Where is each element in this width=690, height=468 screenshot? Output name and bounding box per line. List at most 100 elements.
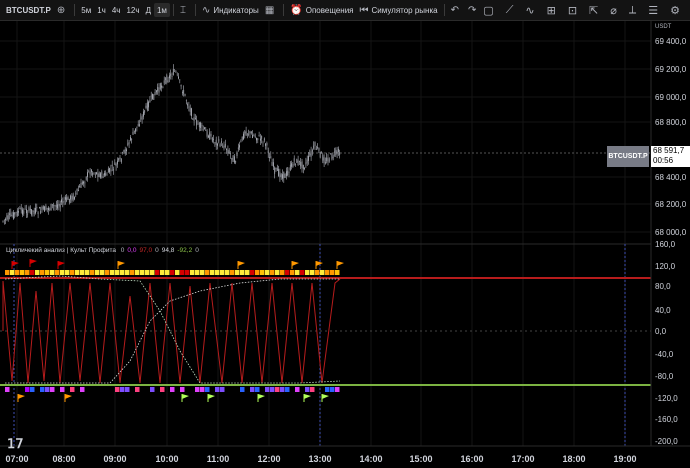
candle-body bbox=[319, 152, 321, 158]
signal-strip-bottom bbox=[150, 387, 155, 392]
candle-body bbox=[284, 173, 286, 178]
signal-strip-top bbox=[315, 270, 320, 275]
candle-body bbox=[205, 129, 207, 131]
signal-strip-bottom bbox=[125, 387, 130, 392]
interval-12h[interactable]: 12ч bbox=[123, 0, 142, 20]
candle-body bbox=[171, 75, 173, 77]
candle-body bbox=[170, 73, 172, 76]
chart-type-icon: ∿ bbox=[525, 4, 535, 17]
brush-tool[interactable]: ⌀ bbox=[604, 0, 623, 20]
trendline-tool[interactable]: ⟋ bbox=[500, 0, 520, 20]
signal-strip-top bbox=[55, 270, 60, 275]
candle-body bbox=[248, 134, 250, 135]
compare-button[interactable]: ⊕ bbox=[54, 0, 71, 20]
measure-tool[interactable]: ⇱ bbox=[583, 0, 604, 20]
candle-body bbox=[191, 108, 192, 117]
indicator-legend[interactable]: Цикличекий анализ | Культ Профита 0 0,0 97… bbox=[6, 247, 205, 254]
candle-body bbox=[93, 172, 95, 174]
signal-strip-top bbox=[155, 270, 160, 275]
candle-body bbox=[306, 159, 308, 163]
zoom-tool[interactable]: ⊡ bbox=[562, 0, 583, 20]
candle-body bbox=[132, 131, 134, 135]
interval-5m[interactable]: 5м bbox=[78, 0, 94, 20]
candle-body bbox=[72, 194, 74, 200]
fib-tool[interactable]: ☰ bbox=[642, 0, 664, 20]
templates-button[interactable]: ▦ bbox=[262, 0, 280, 20]
signal-strip-top bbox=[190, 270, 195, 275]
candle-body bbox=[109, 168, 110, 173]
candle-body bbox=[45, 205, 47, 211]
signal-strip-top bbox=[210, 270, 215, 275]
candle-body bbox=[335, 149, 337, 156]
chart-type-tool[interactable]: ∿ bbox=[519, 0, 540, 20]
candle-body bbox=[31, 209, 32, 215]
candle-body bbox=[92, 172, 94, 176]
candle-body bbox=[115, 163, 117, 166]
candle-body bbox=[178, 76, 179, 79]
signal-strip-top bbox=[285, 270, 290, 275]
tradingview-logo[interactable]: 𝟣𝟩 bbox=[7, 436, 24, 452]
signal-strip-top bbox=[175, 270, 180, 275]
candle-body bbox=[37, 212, 39, 214]
candle-body bbox=[6, 215, 8, 220]
candle-body bbox=[276, 168, 278, 171]
interval-1m[interactable]: 1м bbox=[153, 3, 170, 17]
signal-strip-top bbox=[105, 270, 110, 275]
replay-button[interactable]: ⏮ Симулятор рынка bbox=[357, 0, 441, 20]
alerts-button[interactable]: ⏰ Оповещения bbox=[287, 0, 356, 20]
signal-strip-top bbox=[35, 270, 40, 275]
candles-icon: ⌶ bbox=[179, 4, 186, 16]
chart-type-button[interactable]: ⌶ bbox=[177, 0, 192, 20]
settings-tool[interactable]: ⚙ bbox=[664, 0, 686, 20]
candle-body bbox=[213, 138, 214, 140]
candle-body bbox=[71, 195, 73, 201]
chart-area[interactable]: 69 400,0 69 200,0 69 000,0 68 800,0 68 400,0… bbox=[0, 21, 690, 468]
rectangle-tool[interactable]: ▢ bbox=[477, 0, 499, 20]
text-tool[interactable]: ⟂ bbox=[623, 0, 642, 20]
candle-body bbox=[232, 155, 234, 162]
candle-body bbox=[78, 189, 79, 191]
fit-tool[interactable]: ⊞ bbox=[541, 0, 562, 20]
symbol-search-button[interactable]: BTCUSDT.P bbox=[0, 0, 54, 20]
candle-body bbox=[331, 153, 333, 160]
signal-strip-top bbox=[255, 270, 260, 275]
candle-body bbox=[36, 207, 38, 209]
time-label: 12:00 bbox=[257, 454, 280, 464]
signal-strip-top bbox=[215, 270, 220, 275]
signal-strip-top bbox=[110, 270, 115, 275]
candle-body bbox=[314, 142, 316, 146]
interval-4h[interactable]: 4ч bbox=[109, 0, 124, 20]
signal-strip-top bbox=[80, 270, 85, 275]
candle-body bbox=[226, 148, 227, 151]
candle-body bbox=[167, 80, 169, 82]
signal-strip-top bbox=[240, 270, 245, 275]
interval-1h[interactable]: 1ч bbox=[94, 0, 109, 20]
candle-body bbox=[234, 156, 235, 163]
time-label: 10:00 bbox=[155, 454, 178, 464]
interval-d[interactable]: Д bbox=[143, 0, 154, 20]
undo-button[interactable]: ↶ bbox=[448, 0, 465, 20]
signal-strip-bottom bbox=[170, 387, 175, 392]
signal-strip-top bbox=[295, 270, 300, 275]
candle-body bbox=[221, 141, 222, 143]
indicators-button[interactable]: ∿ Индикаторы bbox=[199, 0, 262, 20]
signal-strip-top bbox=[305, 270, 310, 275]
rectangle-icon: ▢ bbox=[483, 4, 494, 17]
symbol-price-tag: BTCUSDT.P bbox=[607, 146, 649, 167]
signal-strip-top bbox=[70, 270, 75, 275]
indicator-axis-label: 120,0 bbox=[655, 262, 676, 271]
candle-body bbox=[15, 212, 17, 213]
candle-body bbox=[185, 100, 187, 101]
indicator-axis-label: -160,0 bbox=[655, 415, 678, 424]
signal-strip-bottom bbox=[115, 387, 120, 392]
candle-body bbox=[240, 141, 242, 142]
candle-body bbox=[192, 119, 194, 120]
candle-body bbox=[325, 162, 326, 164]
candle-body bbox=[187, 104, 188, 106]
candle-body bbox=[328, 159, 330, 161]
candle-body bbox=[206, 130, 208, 137]
signal-strip-bottom bbox=[285, 387, 290, 392]
candle-body bbox=[322, 155, 324, 161]
signal-strip-top bbox=[140, 270, 145, 275]
legend-value: 94,8 bbox=[161, 247, 175, 254]
